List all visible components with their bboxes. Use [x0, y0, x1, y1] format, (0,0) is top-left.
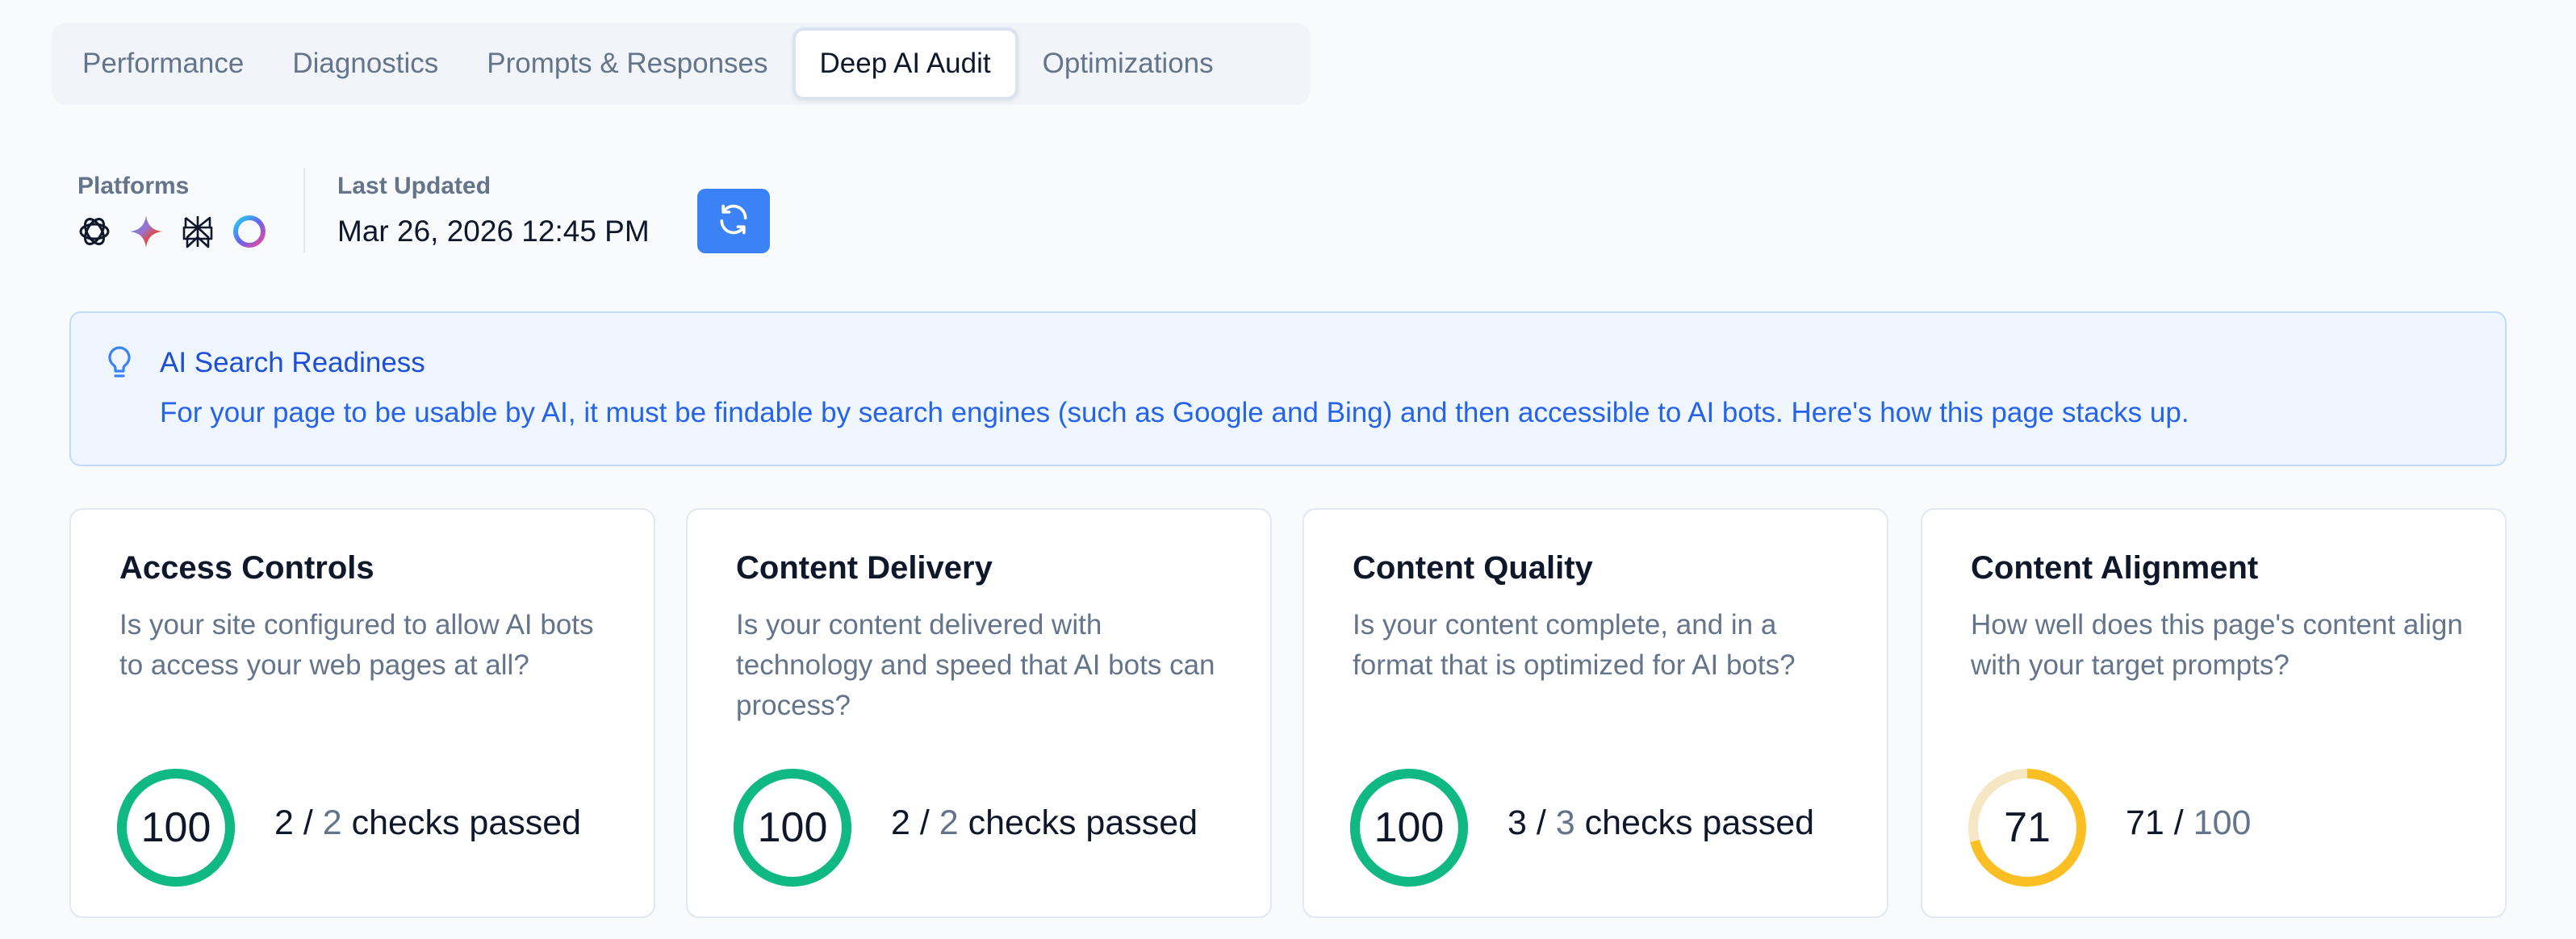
checks-total: 3 [1555, 803, 1575, 842]
score-value: 100 [757, 804, 828, 851]
platforms-label: Platforms [77, 173, 190, 199]
checks-suffix: checks passed [968, 803, 1198, 842]
card-title: Access Controls [119, 550, 374, 586]
checks-total: 2 [322, 803, 342, 842]
card-content-quality: Content Quality Is your content complete… [1303, 508, 1888, 918]
refresh-icon [716, 202, 751, 241]
checks-suffix: checks passed [351, 803, 582, 842]
score-gauge: 100 [1348, 766, 1470, 889]
card-access-controls: Access Controls Is your site configured … [69, 508, 655, 918]
score-summary: 71 / 100 [2126, 803, 2252, 842]
tab-deep-ai-audit[interactable]: Deep AI Audit [792, 27, 1018, 100]
card-title: Content Alignment [1971, 550, 2259, 586]
checks-summary: 2 / 2 checks passed [891, 803, 1198, 842]
banner-title: AI Search Readiness [160, 347, 425, 378]
copilot-icon [231, 213, 268, 250]
tab-optimizations[interactable]: Optimizations [1018, 27, 1238, 100]
perplexity-icon [179, 213, 216, 250]
last-updated-value: Mar 26, 2026 12:45 PM [337, 215, 650, 248]
score-value: 100 [1374, 804, 1445, 851]
score-achieved: 71 [2126, 803, 2164, 842]
checks-summary: 2 / 2 checks passed [274, 803, 582, 842]
card-description: How well does this page's content align … [1971, 609, 2463, 681]
score-gauge: 71 [1966, 766, 2089, 889]
tab-prompts-responses[interactable]: Prompts & Responses [462, 27, 792, 100]
card-description: Is your content complete, and in a forma… [1353, 609, 1796, 681]
card-title: Content Delivery [736, 550, 993, 586]
score-gauge: 100 [115, 766, 237, 889]
tab-performance[interactable]: Performance [58, 27, 268, 100]
checks-passed: 2 [274, 803, 294, 842]
checks-suffix: checks passed [1584, 803, 1815, 842]
score-value: 100 [140, 804, 211, 851]
score-max: 100 [2193, 803, 2252, 842]
card-content-alignment: Content Alignment How well does this pag… [1921, 508, 2507, 918]
refresh-button[interactable] [697, 189, 770, 253]
tab-bar: Performance Diagnostics Prompts & Respon… [52, 23, 1311, 105]
platform-icons [76, 213, 268, 250]
checks-passed: 2 [891, 803, 910, 842]
tab-diagnostics[interactable]: Diagnostics [268, 27, 462, 100]
checks-passed: 3 [1508, 803, 1527, 842]
banner-text: For your page to be usable by AI, it mus… [160, 397, 2189, 428]
card-content-delivery: Content Delivery Is your content deliver… [686, 508, 1272, 918]
card-title: Content Quality [1353, 550, 1593, 586]
chatgpt-icon [76, 213, 113, 250]
lightbulb-icon [105, 345, 134, 385]
checks-total: 2 [939, 803, 959, 842]
checks-summary: 3 / 3 checks passed [1508, 803, 1815, 842]
ai-search-readiness-banner: AI Search Readiness For your page to be … [69, 311, 2507, 466]
last-updated-label: Last Updated [337, 173, 491, 199]
score-value: 71 [2004, 804, 2051, 851]
gemini-icon [128, 213, 165, 250]
card-description: Is your site configured to allow AI bots… [119, 609, 594, 681]
card-description: Is your content delivered with technolog… [736, 609, 1215, 721]
meta-divider [303, 168, 305, 253]
score-gauge: 100 [731, 766, 854, 889]
